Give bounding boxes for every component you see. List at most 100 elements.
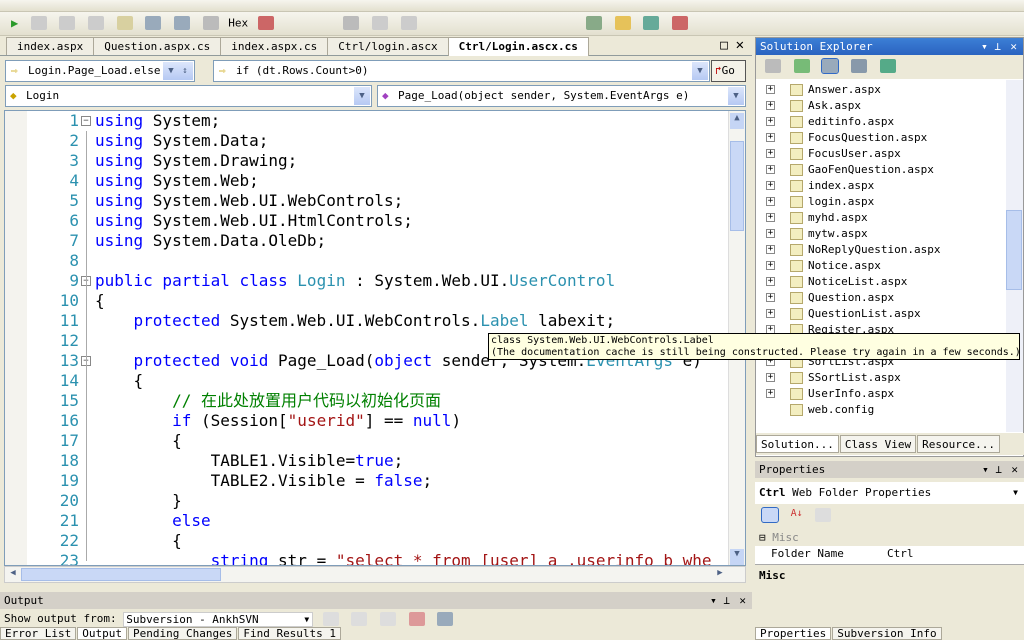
member-combo[interactable]: ◆ Page_Load(object sender, System.EventA…	[377, 85, 746, 107]
tab-document[interactable]: Ctrl/login.ascx	[327, 37, 449, 55]
code-line[interactable]: using System;	[95, 111, 220, 131]
object-selector[interactable]: Ctrl Web Folder Properties ▼	[755, 482, 1024, 504]
close-document-icon[interactable]: ✕	[736, 37, 744, 53]
scroll-right-icon[interactable]: ▶	[713, 568, 727, 581]
tab-output-panel[interactable]: Find Results 1	[238, 627, 342, 640]
pin-icon[interactable]: ▾ ⊥	[981, 38, 1001, 55]
close-icon[interactable]: ✕	[739, 592, 746, 609]
start-debug-icon[interactable]: ▶	[11, 16, 18, 30]
web-config-icon[interactable]	[879, 59, 896, 73]
tree-item[interactable]: + login.aspx	[756, 194, 1006, 210]
code-line[interactable]: using System.Drawing;	[95, 151, 297, 171]
go-button[interactable]: ↱Go	[711, 60, 746, 82]
code-line[interactable]: TABLE2.Visible = false;	[95, 471, 433, 491]
step-over-icon[interactable]	[173, 16, 190, 30]
close-icon[interactable]: ✕	[1010, 38, 1017, 55]
tree-item[interactable]: + FocusUser.aspx	[756, 146, 1006, 162]
pin-icon[interactable]: ▾ ⊥	[982, 461, 1002, 478]
window-icon[interactable]	[343, 16, 360, 30]
expand-icon[interactable]: +	[766, 133, 775, 142]
tree-item[interactable]: + SSortList.aspx	[756, 370, 1006, 386]
code-line[interactable]: using System.Web;	[95, 171, 259, 191]
code-line[interactable]: TABLE1.Visible=true;	[95, 451, 404, 471]
code-line[interactable]: {	[95, 371, 144, 391]
scroll-up-icon[interactable]: ▲	[730, 113, 744, 129]
properties-icon[interactable]	[765, 59, 781, 73]
expand-icon[interactable]: +	[766, 229, 775, 238]
tree-item[interactable]: web.config	[756, 402, 1006, 418]
tab-solution-panel[interactable]: Class View	[839, 435, 917, 453]
expand-icon[interactable]: +	[766, 197, 775, 206]
tree-item[interactable]: + index.aspx	[756, 178, 1006, 194]
restart-icon[interactable]	[88, 16, 105, 30]
breakpoint-icon[interactable]	[257, 16, 274, 30]
code-line[interactable]: {	[95, 431, 182, 451]
code-line[interactable]: string str = "select * from [user] a ,us…	[95, 551, 712, 565]
step-icon[interactable]	[116, 16, 133, 30]
collapse-icon[interactable]: ⊟	[759, 531, 766, 544]
table-icon[interactable]	[371, 16, 388, 30]
code-line[interactable]: else	[95, 511, 211, 531]
find-prev-icon[interactable]	[351, 612, 368, 626]
scroll-thumb[interactable]	[1006, 210, 1022, 290]
expand-icon[interactable]: +	[766, 101, 775, 110]
tree-item[interactable]: + myhd.aspx	[756, 210, 1006, 226]
tree-item[interactable]: + NoticeList.aspx	[756, 274, 1006, 290]
step-into-icon[interactable]	[145, 16, 162, 30]
category-row[interactable]: ⊟ Misc	[755, 530, 1024, 546]
spin-icon[interactable]: ↕	[177, 62, 193, 80]
window-menu-icon[interactable]: □	[720, 38, 728, 53]
tab-output-panel[interactable]: Error List	[0, 627, 77, 640]
tab-document[interactable]: index.aspx.cs	[220, 37, 329, 55]
expand-icon[interactable]: +	[766, 213, 775, 222]
tab-properties-panel[interactable]: Properties	[755, 627, 832, 640]
refresh-icon[interactable]	[793, 59, 810, 73]
find-icon[interactable]	[643, 16, 660, 30]
code-line[interactable]: {	[95, 291, 105, 311]
expand-icon[interactable]: +	[766, 165, 775, 174]
tree-item[interactable]: + NoReplyQuestion.aspx	[756, 242, 1006, 258]
expand-icon[interactable]: +	[766, 245, 775, 254]
expand-icon[interactable]: +	[766, 181, 775, 190]
scroll-down-icon[interactable]: ▼	[730, 549, 744, 565]
tree-item[interactable]: + GaoFenQuestion.aspx	[756, 162, 1006, 178]
tree-item[interactable]: + FocusQuestion.aspx	[756, 130, 1006, 146]
tab-document[interactable]: Question.aspx.cs	[93, 37, 222, 55]
tab-document[interactable]: Ctrl/Login.ascx.cs	[447, 37, 589, 56]
check-icon[interactable]	[586, 16, 603, 30]
expand-icon[interactable]: +	[766, 309, 775, 318]
code-line[interactable]: using System.Web.UI.HtmlControls;	[95, 211, 413, 231]
scope-combo[interactable]: ⇨ Login.Page_Load.else.if ▼ ↕	[5, 60, 195, 82]
pause-icon[interactable]	[30, 16, 47, 30]
categorized-icon[interactable]	[761, 507, 779, 523]
code-line[interactable]: {	[95, 531, 182, 551]
tree-item[interactable]: + mytw.aspx	[756, 226, 1006, 242]
pin-icon[interactable]: ▾ ⊥	[710, 592, 730, 609]
code-line[interactable]: // 在此处放置用户代码以初始化页面	[95, 391, 441, 411]
code-line[interactable]: using System.Web.UI.WebControls;	[95, 191, 403, 211]
tab-properties-panel[interactable]: Subversion Info	[832, 627, 942, 640]
word-wrap-icon[interactable]	[437, 612, 454, 626]
view-designer-icon[interactable]	[850, 59, 867, 73]
tab-solution-panel[interactable]: Solution...	[756, 435, 839, 453]
expand-icon[interactable]: +	[766, 149, 775, 158]
open-folder-icon[interactable]	[614, 16, 631, 30]
find-next-icon[interactable]	[380, 612, 397, 626]
property-pages-icon[interactable]	[815, 508, 832, 522]
goto-icon[interactable]	[322, 612, 339, 626]
expand-icon[interactable]: +	[766, 85, 775, 94]
tab-document[interactable]: index.aspx	[6, 37, 95, 55]
property-row[interactable]: Folder Name Ctrl	[755, 546, 1024, 562]
code-line[interactable]: public partial class Login : System.Web.…	[95, 271, 615, 291]
clear-all-icon[interactable]	[408, 612, 425, 626]
expand-icon[interactable]: +	[766, 117, 775, 126]
tree-item[interactable]: + Answer.aspx	[756, 82, 1006, 98]
show-all-files-icon[interactable]	[821, 58, 840, 74]
tree-item[interactable]: + Question.aspx	[756, 290, 1006, 306]
tree-scrollbar[interactable]	[1006, 80, 1023, 432]
stop-icon[interactable]	[59, 16, 76, 30]
tab-output-panel[interactable]: Output	[77, 627, 127, 640]
expand-icon[interactable]: +	[766, 389, 775, 398]
tab-solution-panel[interactable]: Resource...	[917, 435, 1000, 453]
scroll-left-icon[interactable]: ◀	[6, 568, 20, 581]
